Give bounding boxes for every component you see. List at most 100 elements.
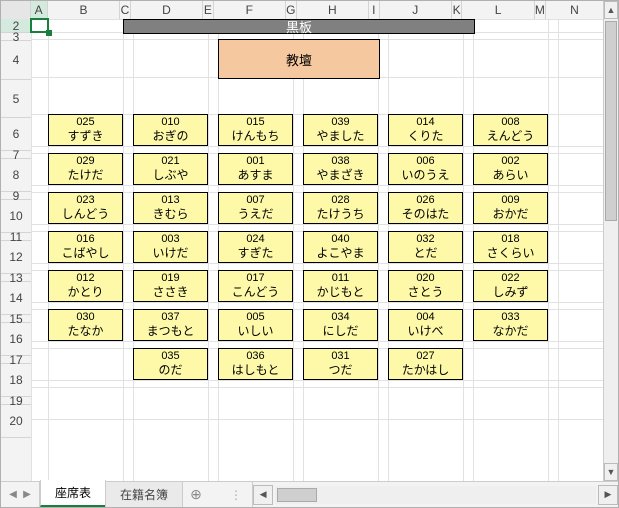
horizontal-scrollbar[interactable]: ◀ ▶: [252, 482, 618, 507]
row-header-13[interactable]: 13: [1, 274, 31, 282]
seat-028[interactable]: 028たけうち: [303, 192, 378, 224]
tab-nav-prev-icon[interactable]: ◀: [7, 487, 19, 503]
seat-name: たけだ: [67, 168, 103, 183]
seat-023[interactable]: 023しんどう: [48, 192, 123, 224]
seat-015[interactable]: 015けんもち: [218, 114, 293, 146]
seat-029[interactable]: 029たけだ: [48, 153, 123, 185]
seat-id: 025: [76, 116, 94, 130]
add-sheet-button[interactable]: ⊕: [182, 482, 210, 507]
scroll-left-button[interactable]: ◀: [253, 485, 273, 505]
seat-021[interactable]: 021しぶや: [133, 153, 208, 185]
seat-017[interactable]: 017こんどう: [218, 270, 293, 302]
col-header-I[interactable]: I: [369, 1, 380, 19]
row-header-18[interactable]: 18: [1, 364, 31, 397]
seat-id: 004: [416, 311, 434, 325]
row-header-19[interactable]: 19: [1, 397, 31, 405]
row-header-10[interactable]: 10: [1, 200, 31, 233]
seat-022[interactable]: 022しみず: [473, 270, 548, 302]
row-header-9[interactable]: 9: [1, 192, 31, 200]
seat-032[interactable]: 032とだ: [388, 231, 463, 263]
seat-030[interactable]: 030たなか: [48, 309, 123, 341]
row-header-3[interactable]: 3: [1, 33, 31, 41]
seat-003[interactable]: 003いけだ: [133, 231, 208, 263]
hscroll-track[interactable]: [275, 486, 596, 504]
col-header-M[interactable]: M: [535, 1, 546, 19]
row-header-5[interactable]: 5: [1, 80, 31, 118]
seat-001[interactable]: 001あすま: [218, 153, 293, 185]
col-header-N[interactable]: N: [546, 1, 604, 19]
seat-014[interactable]: 014くりた: [388, 114, 463, 146]
seat-004[interactable]: 004いけべ: [388, 309, 463, 341]
row-header-16[interactable]: 16: [1, 323, 31, 356]
seat-016[interactable]: 016こばやし: [48, 231, 123, 263]
seat-name: ささき: [152, 285, 188, 300]
col-header-B[interactable]: B: [48, 1, 120, 19]
seat-007[interactable]: 007うえだ: [218, 192, 293, 224]
col-header-D[interactable]: D: [131, 1, 203, 19]
seat-010[interactable]: 010おぎの: [133, 114, 208, 146]
seat-name: なかだ: [492, 324, 528, 339]
col-header-E[interactable]: E: [203, 1, 214, 19]
vscroll-thumb[interactable]: [605, 21, 617, 221]
seat-026[interactable]: 026そのはた: [388, 192, 463, 224]
row-header-7[interactable]: 7: [1, 151, 31, 159]
seat-039[interactable]: 039やました: [303, 114, 378, 146]
seat-id: 012: [76, 272, 94, 286]
seat-033[interactable]: 033なかだ: [473, 309, 548, 341]
select-all-corner[interactable]: [1, 1, 31, 19]
seat-005[interactable]: 005いしい: [218, 309, 293, 341]
vscroll-track[interactable]: [604, 19, 618, 463]
seat-id: 027: [416, 350, 434, 364]
fill-handle[interactable]: [46, 30, 52, 36]
col-header-L[interactable]: L: [462, 1, 534, 19]
seat-009[interactable]: 009おかだ: [473, 192, 548, 224]
seat-011[interactable]: 011かじもと: [303, 270, 378, 302]
row-header-12[interactable]: 12: [1, 241, 31, 274]
seat-025[interactable]: 025すずき: [48, 114, 123, 146]
tab-strip: ◀ ▶ 座席表在籍名簿 ⊕ ⋮ ◀ ▶: [1, 481, 618, 507]
row-header-6[interactable]: 6: [1, 118, 31, 151]
seat-036[interactable]: 036はしもと: [218, 348, 293, 380]
seat-002[interactable]: 002あらい: [473, 153, 548, 185]
seat-040[interactable]: 040よこやま: [303, 231, 378, 263]
seat-008[interactable]: 008えんどう: [473, 114, 548, 146]
row-header-4[interactable]: 4: [1, 41, 31, 80]
row-header-17[interactable]: 17: [1, 356, 31, 364]
row-header-15[interactable]: 15: [1, 315, 31, 323]
seat-name: たなか: [67, 324, 103, 339]
scroll-down-button[interactable]: ▼: [604, 463, 618, 481]
seat-019[interactable]: 019ささき: [133, 270, 208, 302]
seat-020[interactable]: 020さとう: [388, 270, 463, 302]
seat-006[interactable]: 006いのうえ: [388, 153, 463, 185]
vertical-scrollbar[interactable]: ▲ ▼: [603, 1, 618, 481]
col-header-F[interactable]: F: [214, 1, 286, 19]
seat-031[interactable]: 031つだ: [303, 348, 378, 380]
cells[interactable]: 黒板教壇025すずき010おぎの015けんもち039やました014くりた008え…: [31, 19, 604, 481]
sheet-tab-0[interactable]: 座席表: [40, 480, 106, 507]
seat-name: とだ: [413, 246, 437, 261]
seat-038[interactable]: 038やまざき: [303, 153, 378, 185]
seat-034[interactable]: 034にしだ: [303, 309, 378, 341]
scroll-up-button[interactable]: ▲: [604, 1, 618, 19]
seat-018[interactable]: 018さくらい: [473, 231, 548, 263]
col-header-K[interactable]: K: [452, 1, 463, 19]
hscroll-thumb[interactable]: [277, 488, 317, 502]
row-header-20[interactable]: 20: [1, 405, 31, 438]
tab-nav-next-icon[interactable]: ▶: [21, 487, 33, 503]
row-header-8[interactable]: 8: [1, 159, 31, 192]
seat-012[interactable]: 012かとり: [48, 270, 123, 302]
row-header-14[interactable]: 14: [1, 282, 31, 315]
seat-035[interactable]: 035のだ: [133, 348, 208, 380]
seat-037[interactable]: 037まつもと: [133, 309, 208, 341]
col-header-J[interactable]: J: [380, 1, 452, 19]
seat-013[interactable]: 013きむら: [133, 192, 208, 224]
col-header-A[interactable]: A: [31, 1, 48, 19]
seat-id: 022: [501, 272, 519, 286]
sheet-tab-1[interactable]: 在籍名簿: [105, 482, 183, 507]
seat-024[interactable]: 024すぎた: [218, 231, 293, 263]
col-header-C[interactable]: C: [120, 1, 131, 19]
seat-name: しんどう: [62, 207, 110, 222]
row-header-11[interactable]: 11: [1, 233, 31, 241]
seat-027[interactable]: 027たかはし: [388, 348, 463, 380]
scroll-right-button[interactable]: ▶: [598, 485, 618, 505]
